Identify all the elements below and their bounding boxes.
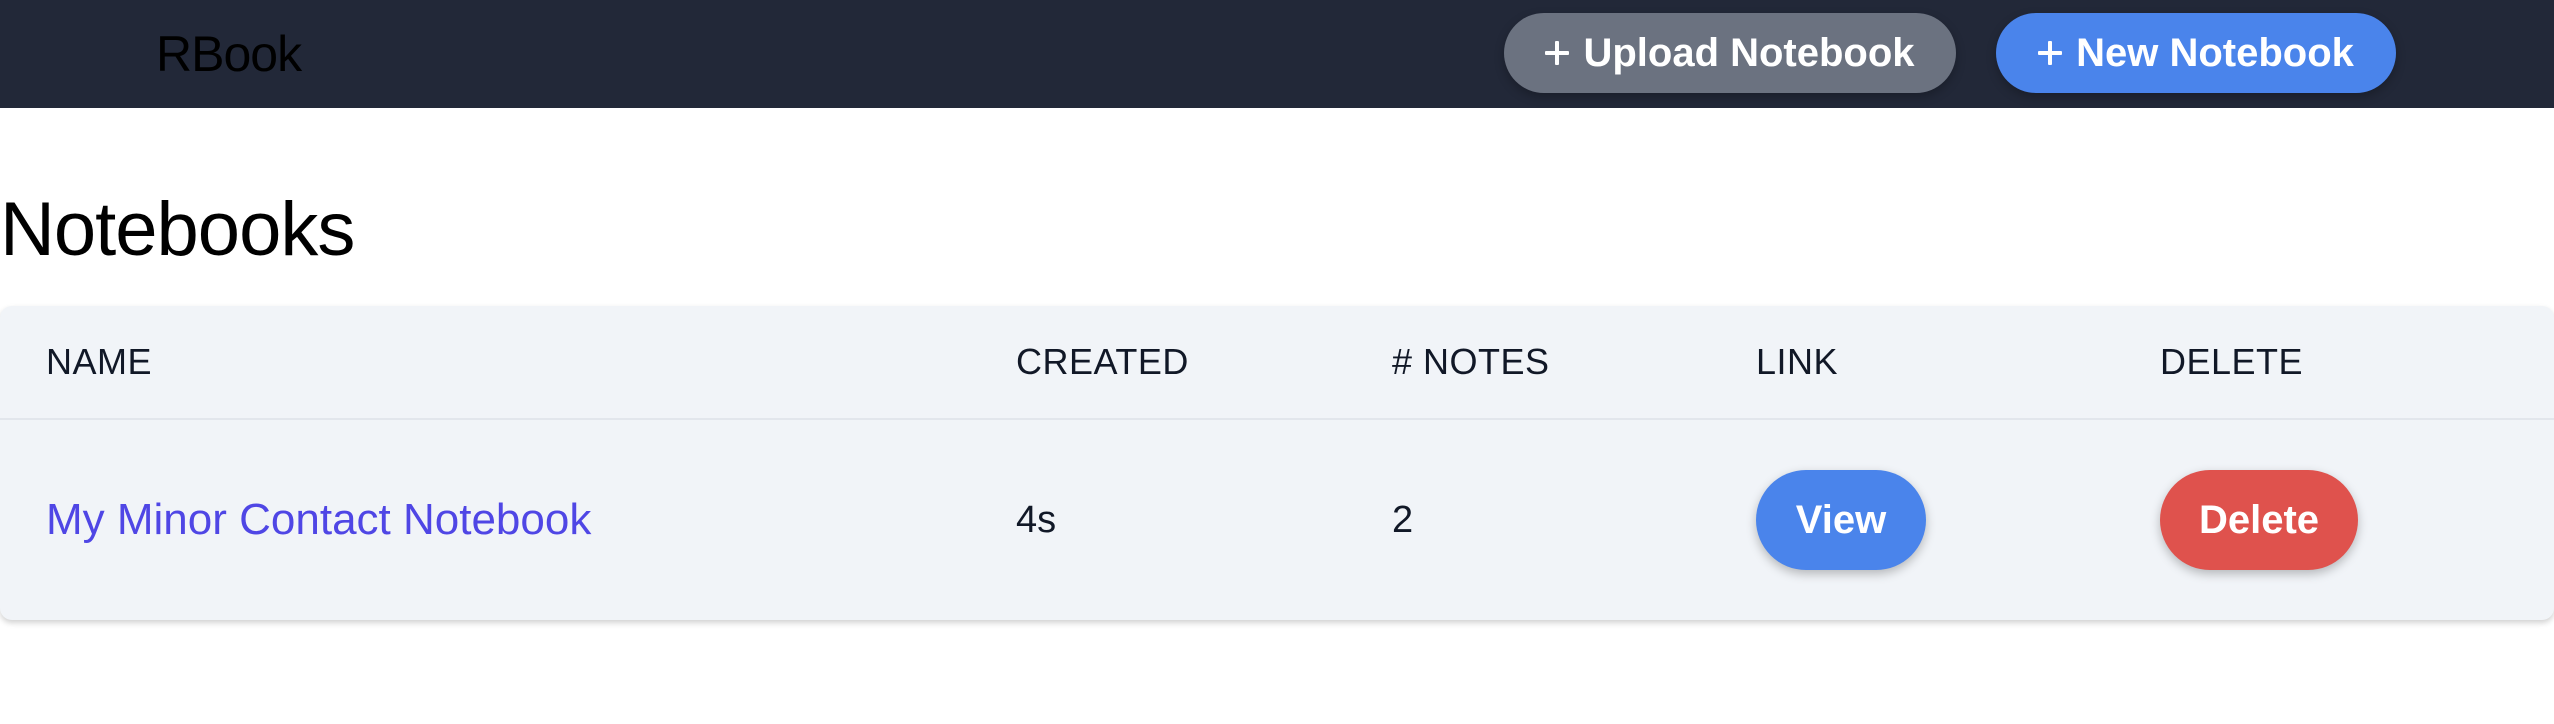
page-title: Notebooks: [0, 187, 355, 272]
upload-notebook-button[interactable]: Upload Notebook: [1504, 13, 1956, 93]
notebook-name-link[interactable]: My Minor Contact Notebook: [46, 495, 591, 544]
table-header: NAME CREATED # NOTES LINK DELETE: [0, 306, 2554, 420]
upload-notebook-label: Upload Notebook: [1583, 30, 1915, 75]
view-button[interactable]: View: [1756, 470, 1926, 570]
plus-icon: [2038, 41, 2063, 65]
table-row: My Minor Contact Notebook 4s 2 View Dele…: [0, 420, 2554, 620]
cell-name: My Minor Contact Notebook: [46, 420, 591, 620]
column-header-notes: # NOTES: [1392, 341, 1550, 382]
plus-icon: [1545, 41, 1570, 65]
column-header-link: LINK: [1756, 341, 1839, 382]
cell-notes-count: 2: [1392, 499, 1414, 541]
column-header-delete: DELETE: [2160, 341, 2304, 382]
new-notebook-button[interactable]: New Notebook: [1996, 13, 2396, 93]
cell-created: 4s: [1016, 499, 1057, 541]
column-header-created: CREATED: [1016, 341, 1189, 382]
column-header-name: NAME: [46, 341, 153, 382]
new-notebook-label: New Notebook: [2076, 30, 2354, 75]
delete-button[interactable]: Delete: [2160, 470, 2358, 570]
top-navbar: RBook Upload Notebook New Notebook: [0, 0, 2554, 108]
app-brand[interactable]: RBook: [156, 0, 302, 108]
notebooks-table: NAME CREATED # NOTES LINK DELETE My Mino…: [0, 306, 2554, 620]
